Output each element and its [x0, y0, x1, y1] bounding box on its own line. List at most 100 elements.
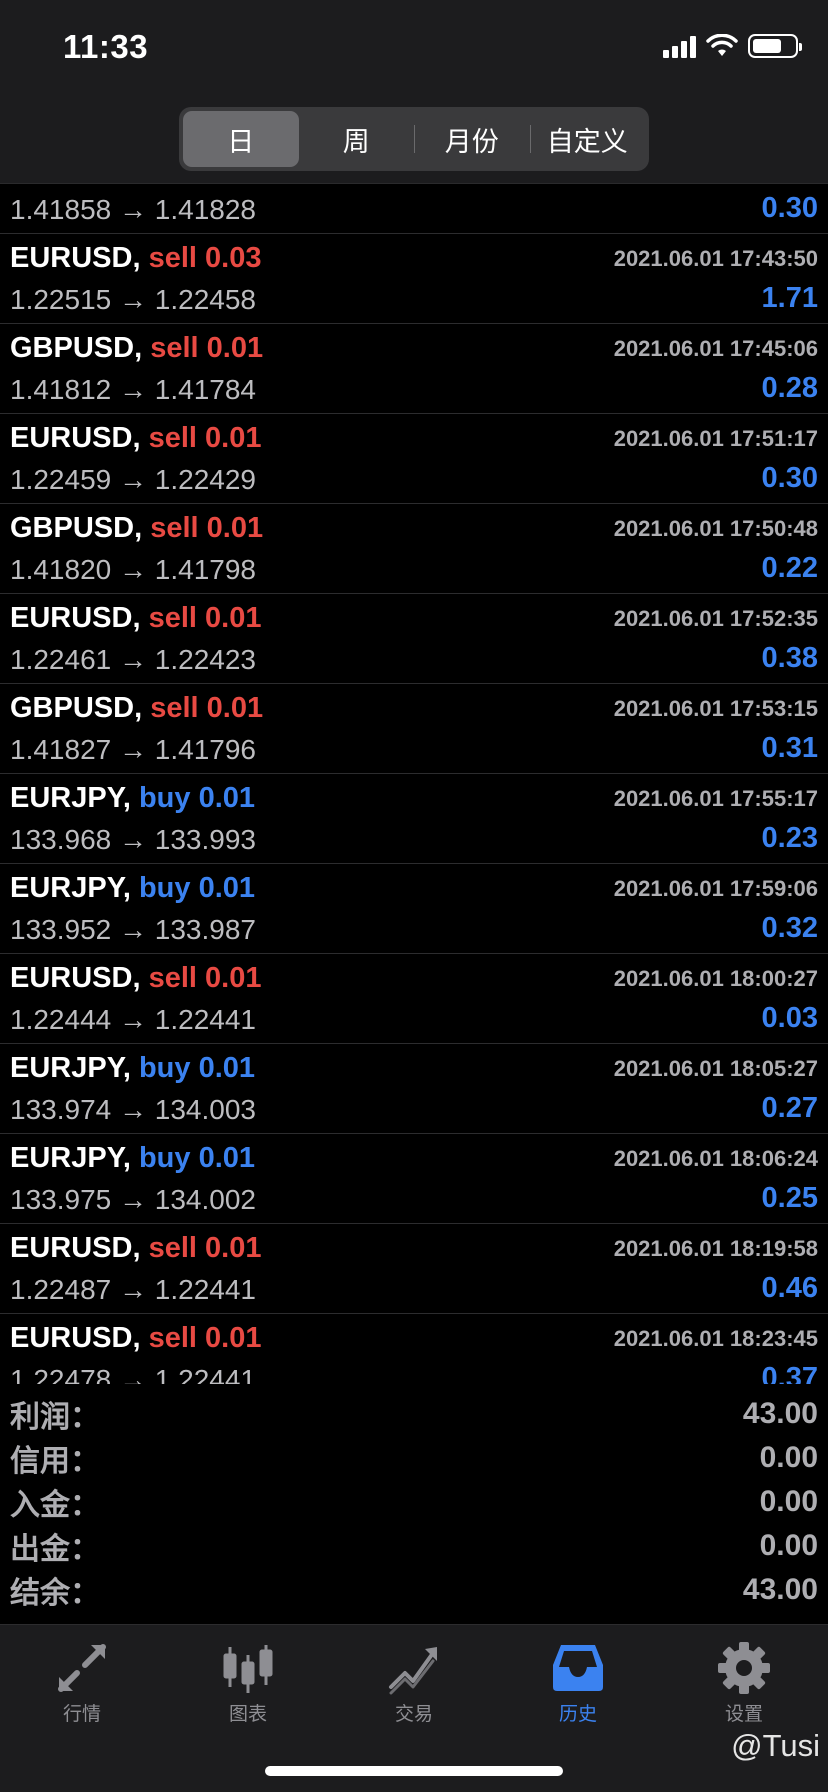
trade-row[interactable]: 1.41858 → 1.41828 0.30: [0, 184, 828, 234]
watermark: @Tusi: [731, 1728, 820, 1763]
trade-row[interactable]: EURUSD, sell 0.03 2021.06.01 17:43:50 1.22…: [0, 234, 828, 324]
trade-symbol: EURJPY,: [10, 872, 131, 904]
trade-side-volume: sell 0.01: [150, 512, 264, 544]
tab-label: 历史: [558, 1704, 597, 1725]
trade-prices: 1.22487 → 1.22441: [10, 1274, 256, 1305]
trade-time: 2021.06.01 17:50:48: [613, 516, 818, 541]
trade-prices: 1.22515 → 1.22458: [10, 284, 256, 315]
trade-prices: 133.968 → 133.993: [10, 824, 256, 855]
tab-label: 行情: [62, 1704, 101, 1725]
trade-symbol-side: EURUSD, sell 0.01: [10, 1322, 261, 1355]
segment-month[interactable]: 月份: [414, 111, 530, 167]
segment-custom[interactable]: 自定义: [529, 111, 646, 167]
status-icons: [663, 34, 802, 58]
trade-row[interactable]: GBPUSD, sell 0.01 2021.06.01 17:50:48 1.41…: [0, 504, 828, 594]
summary-withdrawal-row: 出金： 0.00: [0, 1524, 828, 1568]
tab-label: 图表: [228, 1704, 267, 1725]
trade-row[interactable]: EURUSD, sell 0.01 2021.06.01 17:52:35 1.22…: [0, 594, 828, 684]
summary-value: 43.00: [742, 1573, 818, 1606]
trade-chart-icon: [354, 1639, 474, 1697]
trade-symbol-side: EURUSD, sell 0.01: [10, 962, 261, 995]
trade-row[interactable]: EURJPY, buy 0.01 2021.06.01 17:59:06 133.9…: [0, 864, 828, 954]
trade-row[interactable]: GBPUSD, sell 0.01 2021.06.01 17:45:06 1.41…: [0, 324, 828, 414]
segment-week[interactable]: 周: [299, 111, 415, 167]
summary-label: 信用：: [10, 1445, 100, 1478]
trade-prices: 133.975 → 134.002: [10, 1184, 256, 1215]
trade-symbol: EURJPY,: [10, 1142, 131, 1174]
trade-profit: 0.46: [761, 1272, 818, 1304]
summary-label: 入金：: [10, 1489, 100, 1522]
trade-row[interactable]: EURUSD, sell 0.01 2021.06.01 18:00:27 1.22…: [0, 954, 828, 1044]
trade-prices: 1.22459 → 1.22429: [10, 464, 256, 495]
tab-settings[interactable]: 设置: [684, 1639, 804, 1726]
period-header: 日 周 月份 自定义: [0, 100, 828, 184]
summary-value: 0.00: [759, 1441, 818, 1474]
home-indicator[interactable]: [265, 1766, 563, 1776]
tab-trade[interactable]: 交易: [354, 1639, 474, 1726]
trade-side-volume: sell 0.01: [150, 692, 264, 724]
summary-profit-row: 利润： 43.00: [0, 1392, 828, 1436]
trade-profit: 0.30: [761, 192, 818, 224]
trade-symbol-side: EURJPY, buy 0.01: [10, 782, 255, 815]
trade-time: 2021.06.01 17:59:06: [613, 876, 818, 901]
trade-symbol-side: EURJPY, buy 0.01: [10, 1052, 255, 1085]
trade-time: 2021.06.01 17:51:17: [613, 426, 818, 451]
trade-time: 2021.06.01 18:19:58: [613, 1236, 818, 1261]
history-inbox-icon: [518, 1639, 638, 1697]
trade-row[interactable]: EURUSD, sell 0.01 2021.06.01 18:23:45 1.22…: [0, 1314, 828, 1384]
trade-prices: 133.952 → 133.987: [10, 914, 256, 945]
trade-row[interactable]: EURJPY, buy 0.01 2021.06.01 17:55:17 133.9…: [0, 774, 828, 864]
trade-row[interactable]: EURUSD, sell 0.01 2021.06.01 18:19:58 1.22…: [0, 1224, 828, 1314]
trade-side-volume: sell 0.01: [148, 962, 262, 994]
trade-symbol-side: GBPUSD, sell 0.01: [10, 332, 263, 365]
tab-quotes[interactable]: 行情: [22, 1639, 142, 1726]
trade-side-volume: sell 0.01: [150, 332, 264, 364]
summary-value: 0.00: [759, 1529, 818, 1562]
trade-prices: 1.41812 → 1.41784: [10, 374, 256, 405]
trade-prices: 1.41820 → 1.41798: [10, 554, 256, 585]
trade-time: 2021.06.01 18:00:27: [613, 966, 818, 991]
trade-profit: 0.38: [761, 642, 818, 674]
summary-credit-row: 信用： 0.00: [0, 1436, 828, 1480]
trade-prices: 1.41827 → 1.41796: [10, 734, 256, 765]
trade-row[interactable]: GBPUSD, sell 0.01 2021.06.01 17:53:15 1.41…: [0, 684, 828, 774]
segment-day[interactable]: 日: [183, 111, 299, 167]
tab-history[interactable]: 历史: [518, 1639, 638, 1726]
trade-row[interactable]: EURJPY, buy 0.01 2021.06.01 18:05:27 133.9…: [0, 1044, 828, 1134]
trade-row[interactable]: EURUSD, sell 0.01 2021.06.01 17:51:17 1.22…: [0, 414, 828, 504]
summary-deposit-row: 入金： 0.00: [0, 1480, 828, 1524]
trade-time: 2021.06.01 17:43:50: [613, 246, 818, 271]
trade-side-volume: buy 0.01: [138, 1142, 256, 1174]
trade-symbol: EURJPY,: [10, 1052, 131, 1084]
trade-profit: 0.28: [761, 372, 818, 404]
trade-prices: 1.22444 → 1.22441: [10, 1004, 256, 1035]
wifi-icon: [706, 34, 738, 56]
tab-label: 交易: [394, 1704, 433, 1725]
trade-prices: 1.41858 → 1.41828: [10, 194, 256, 225]
trade-side-volume: sell 0.01: [148, 602, 262, 634]
trade-symbol-side: EURJPY, buy 0.01: [10, 1142, 255, 1175]
trade-prices: 1.22461 → 1.22423: [10, 644, 256, 675]
trade-time: 2021.06.01 18:23:45: [613, 1326, 818, 1351]
trade-symbol: GBPUSD,: [10, 512, 143, 544]
trade-side-volume: buy 0.01: [138, 1052, 256, 1084]
status-bar: 11:33: [0, 0, 828, 100]
trade-history-list[interactable]: 1.41858 → 1.41828 0.30 EURUSD, sell 0.03 20…: [0, 184, 828, 1384]
trade-side-volume: sell 0.03: [148, 242, 262, 274]
trade-profit: 0.32: [761, 912, 818, 944]
gear-icon: [684, 1639, 804, 1697]
trade-side-volume: sell 0.01: [148, 1322, 262, 1354]
trade-prices: 1.22478 → 1.22441: [10, 1364, 256, 1384]
trade-side-volume: sell 0.01: [148, 422, 262, 454]
trade-row[interactable]: EURJPY, buy 0.01 2021.06.01 18:06:24 133.9…: [0, 1134, 828, 1224]
tab-label: 设置: [724, 1704, 763, 1725]
trade-symbol-side: GBPUSD, sell 0.01: [10, 692, 263, 725]
trade-time: 2021.06.01 18:05:27: [613, 1056, 818, 1081]
tab-charts[interactable]: 图表: [188, 1639, 308, 1726]
summary-value: 43.00: [742, 1397, 818, 1430]
trade-symbol: GBPUSD,: [10, 332, 143, 364]
summary-label: 利润：: [10, 1401, 100, 1434]
trade-symbol: EURJPY,: [10, 782, 131, 814]
trade-symbol-side: EURJPY, buy 0.01: [10, 872, 255, 905]
trade-time: 2021.06.01 18:06:24: [613, 1146, 818, 1171]
